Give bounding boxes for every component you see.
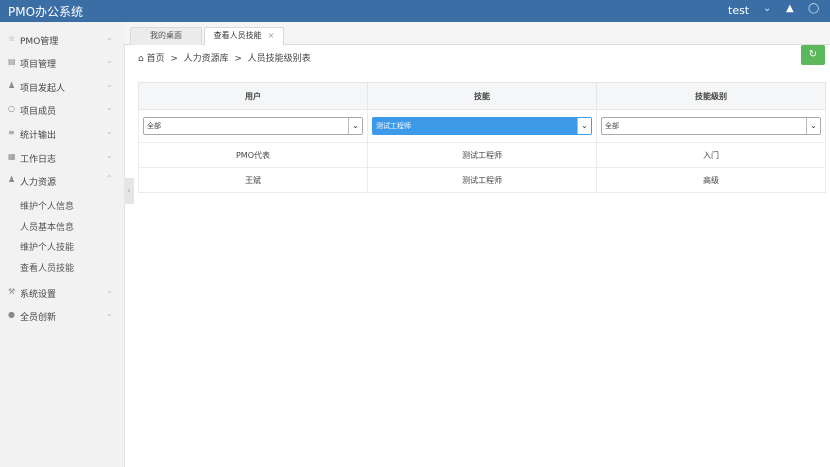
wrench-icon: ⚒ [8, 287, 16, 296]
filter-cell: 全部 ⌄ [138, 109, 368, 143]
sidebar-subitem-staff-info[interactable]: 人员基本信息 [20, 220, 74, 233]
table-row[interactable]: 王斌 测试工程师 高级 [138, 167, 826, 193]
refresh-button[interactable]: ↻ [801, 45, 825, 65]
sidebar-item-settings[interactable]: ⚒ 系统设置 ⌄ [0, 283, 124, 303]
people-icon: ♟ [8, 175, 16, 184]
sidebar-item-label: 系统设置 [20, 290, 57, 300]
sidebar-subitem-edit-skills[interactable]: 维护个人技能 [20, 240, 74, 253]
chart-icon: ≡ [8, 128, 15, 137]
select-value: 全部 [605, 122, 619, 130]
table-header-row: 用户 技能 技能级别 [138, 82, 826, 110]
group-icon: ○ [8, 104, 15, 113]
chevron-down-icon: ⌄ [577, 118, 591, 134]
sidebar-subitem-view-skills[interactable]: 查看人员技能 [20, 261, 74, 274]
user-name[interactable]: test [728, 4, 749, 17]
cell-skill-level: 高级 [596, 167, 826, 193]
breadcrumb: ⌂ 首页 > 人力资源库 > 人员技能级别表 [138, 51, 311, 64]
sidebar-item-innovation[interactable]: ● 全员创新 ⌄ [0, 306, 124, 326]
star-icon: ☆ [8, 34, 16, 43]
select-value: 测试工程师 [376, 122, 411, 130]
bulb-icon: ● [8, 310, 15, 319]
sidebar-item-label: 项目管理 [20, 60, 57, 70]
chevron-down-icon: ⌄ [348, 118, 362, 134]
skill-filter-select[interactable]: 测试工程师 ⌄ [372, 117, 592, 135]
filter-row: 全部 ⌄ 测试工程师 ⌄ 全部 ⌄ [138, 109, 826, 143]
refresh-icon: ↻ [808, 49, 818, 60]
cell-user: PMO代表 [138, 142, 368, 168]
sidebar-item-label: 人力资源 [20, 178, 57, 188]
sidebar-item-pmo[interactable]: ☆ PMO管理 ⌄ [0, 30, 124, 50]
sidebar-item-worklog[interactable]: ▦ 工作日志 ⌄ [0, 148, 124, 168]
table-row[interactable]: PMO代表 测试工程师 入门 [138, 142, 826, 168]
select-value: 全部 [147, 122, 161, 130]
breadcrumb-separator: > [234, 54, 242, 64]
filter-cell: 测试工程师 ⌄ [367, 109, 597, 143]
chevron-down-icon: ⌄ [106, 127, 113, 136]
chevron-down-icon: ⌄ [106, 103, 113, 112]
cell-skill: 测试工程师 [367, 167, 597, 193]
breadcrumb-home[interactable]: 首页 [147, 54, 165, 64]
tab-my-desktop[interactable]: 我的桌面 [130, 27, 202, 45]
shirt-icon[interactable]: ▲ [786, 3, 794, 14]
sidebar-item-members[interactable]: ○ 项目成员 ⌄ [0, 100, 124, 120]
cell-skill: 测试工程师 [367, 142, 597, 168]
column-header-user: 用户 [138, 82, 368, 110]
log-icon: ▦ [8, 152, 16, 161]
power-icon[interactable]: ◯ [808, 3, 819, 14]
sidebar-item-hr[interactable]: ♟ 人力资源 ⌃ [0, 171, 124, 191]
sidebar-item-label: 项目成员 [20, 107, 57, 117]
breadcrumb-level1[interactable]: 人力资源库 [184, 54, 229, 64]
user-filter-select[interactable]: 全部 ⌄ [143, 117, 363, 135]
breadcrumb-level2: 人员技能级别表 [247, 54, 311, 64]
folder-icon: ▤ [8, 57, 16, 66]
chevron-down-icon: ⌄ [106, 33, 113, 42]
skill-level-table: 用户 技能 技能级别 全部 ⌄ 测试工程师 ⌄ 全部 ⌄ PMO代表 测试工程师… [138, 82, 826, 193]
sidebar-item-label: PMO管理 [20, 37, 59, 47]
sidebar-item-label: 工作日志 [20, 155, 57, 165]
chevron-down-icon: ⌄ [106, 80, 113, 89]
sidebar-item-stats[interactable]: ≡ 统计输出 ⌄ [0, 124, 124, 144]
chevron-down-icon: ⌄ [106, 286, 113, 295]
filter-cell: 全部 ⌄ [596, 109, 826, 143]
chevron-down-icon: ⌄ [106, 56, 113, 65]
home-icon[interactable]: ⌂ [138, 54, 144, 64]
sidebar-collapse-handle[interactable]: ‹ [124, 178, 134, 204]
sidebar-item-projects[interactable]: ▤ 项目管理 ⌄ [0, 53, 124, 73]
sidebar-item-label: 项目发起人 [20, 84, 66, 94]
top-bar: PMO办公系统 test ⌄ ▲ ◯ [0, 0, 830, 22]
chevron-down-icon[interactable]: ⌄ [763, 3, 771, 14]
app-title: PMO办公系统 [8, 5, 84, 19]
person-icon: ♟ [8, 81, 16, 90]
sidebar-item-label: 统计输出 [20, 131, 57, 141]
column-header-skill: 技能 [367, 82, 597, 110]
cell-user: 王斌 [138, 167, 368, 193]
tab-view-skills[interactable]: 查看人员技能 × [204, 27, 284, 45]
close-icon[interactable]: × [268, 31, 275, 40]
tab-label: 我的桌面 [150, 31, 182, 40]
tab-label: 查看人员技能 [213, 31, 262, 40]
tab-bar: 我的桌面 查看人员技能 × [124, 22, 830, 45]
breadcrumb-separator: > [170, 54, 178, 64]
sidebar-item-sponsors[interactable]: ♟ 项目发起人 ⌄ [0, 77, 124, 97]
cell-skill-level: 入门 [596, 142, 826, 168]
sidebar: ☆ PMO管理 ⌄ ▤ 项目管理 ⌄ ♟ 项目发起人 ⌄ ○ 项目成员 ⌄ ≡ … [0, 22, 125, 467]
skill-level-filter-select[interactable]: 全部 ⌄ [601, 117, 821, 135]
column-header-skill-level: 技能级别 [596, 82, 826, 110]
chevron-down-icon: ⌄ [106, 151, 113, 160]
sidebar-item-label: 全员创新 [20, 313, 57, 323]
chevron-down-icon: ⌄ [106, 309, 113, 318]
chevron-up-icon: ⌃ [106, 174, 113, 183]
chevron-down-icon: ⌄ [806, 118, 820, 134]
sidebar-subitem-edit-profile[interactable]: 维护个人信息 [20, 199, 74, 212]
